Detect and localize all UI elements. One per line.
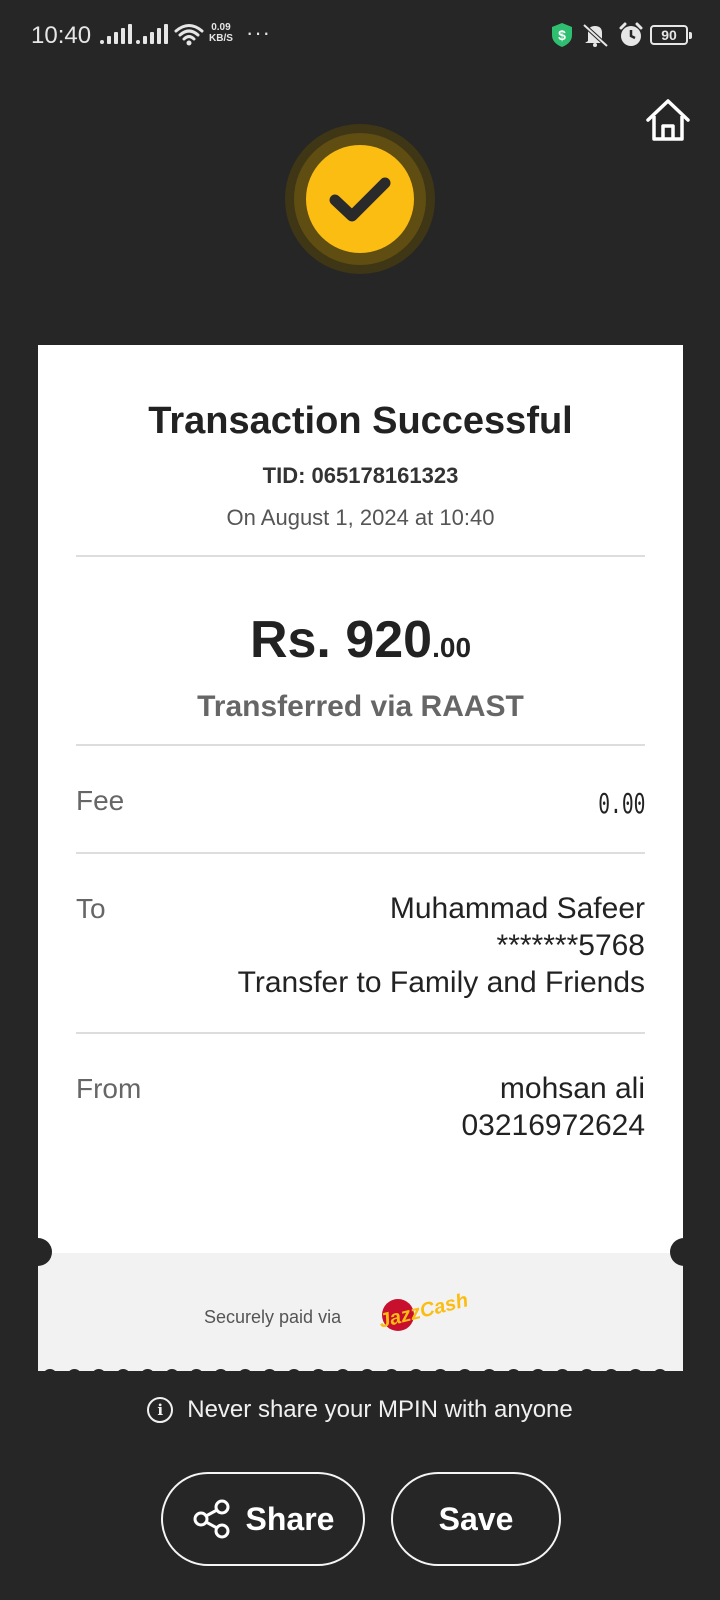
amount-decimal: .00 bbox=[432, 632, 472, 663]
save-label: Save bbox=[438, 1500, 514, 1537]
secure-footer: Securely paid via JazzCash bbox=[38, 1253, 683, 1370]
divider bbox=[76, 555, 645, 557]
recipient-account: *******5768 bbox=[496, 929, 645, 962]
save-button[interactable]: Save bbox=[391, 1472, 561, 1566]
signal-2-icon bbox=[136, 24, 168, 44]
net-speed: 0.09 KB/S bbox=[209, 22, 233, 44]
jazzcash-logo-text: JazzCash bbox=[378, 1289, 470, 1332]
divider bbox=[76, 1032, 645, 1034]
from-details: mohsan ali 03216972624 bbox=[461, 1070, 645, 1144]
fee-label: Fee bbox=[76, 785, 125, 816]
share-icon bbox=[193, 1499, 230, 1539]
receipt-notch-left bbox=[24, 1238, 52, 1266]
to-details: Muhammad Safeer *******5768 Transfer to … bbox=[238, 890, 645, 1001]
security-notice-text: Never share your MPIN with anyone bbox=[187, 1396, 573, 1423]
more-notifications-icon: ··· bbox=[246, 20, 271, 45]
success-check-icon bbox=[306, 145, 414, 253]
transaction-date: On August 1, 2024 at 10:40 bbox=[226, 505, 495, 530]
fee-value: 0.00 bbox=[597, 787, 645, 820]
receipt-bottom-edge bbox=[38, 1364, 683, 1378]
secure-text: Securely paid via bbox=[204, 1307, 342, 1327]
signal-1-icon bbox=[100, 24, 132, 44]
transaction-title: Transaction Successful bbox=[148, 400, 573, 442]
transaction-amount: Rs. 920.00 bbox=[38, 610, 683, 670]
receipt-card: Transaction Successful TID: 065178161323… bbox=[38, 345, 683, 1370]
battery-icon: 90 bbox=[650, 25, 692, 45]
alarm-icon bbox=[619, 22, 643, 46]
receipt-notch-right bbox=[670, 1238, 698, 1266]
sender-number: 03216972624 bbox=[461, 1109, 645, 1142]
recipient-name: Muhammad Safeer bbox=[389, 892, 645, 925]
security-notice: i Never share your MPIN with anyone bbox=[0, 1396, 720, 1424]
sender-name: mohsan ali bbox=[499, 1072, 645, 1105]
transaction-id: TID: 065178161323 bbox=[262, 463, 459, 488]
to-label: To bbox=[76, 893, 106, 924]
wifi-icon bbox=[174, 24, 204, 46]
share-button[interactable]: Share bbox=[161, 1472, 365, 1566]
status-time: 10:40 bbox=[31, 22, 92, 49]
jazzcash-logo: JazzCash bbox=[378, 1289, 470, 1332]
status-bar: 10:40 0.09 KB/S ··· $ 90 bbox=[0, 0, 720, 72]
info-icon: i bbox=[147, 1397, 174, 1423]
svg-text:$: $ bbox=[558, 27, 566, 43]
divider bbox=[76, 852, 645, 854]
share-label: Share bbox=[245, 1500, 335, 1537]
shield-dollar-icon: $ bbox=[552, 23, 572, 47]
transfer-purpose: Transfer to Family and Friends bbox=[237, 966, 645, 999]
home-icon[interactable] bbox=[644, 96, 692, 144]
transfer-method: Transferred via RAAST bbox=[197, 690, 524, 723]
from-label: From bbox=[76, 1073, 142, 1104]
divider bbox=[76, 744, 645, 746]
amount-main: Rs. 920 bbox=[249, 611, 433, 669]
mute-bell-icon bbox=[582, 23, 609, 48]
